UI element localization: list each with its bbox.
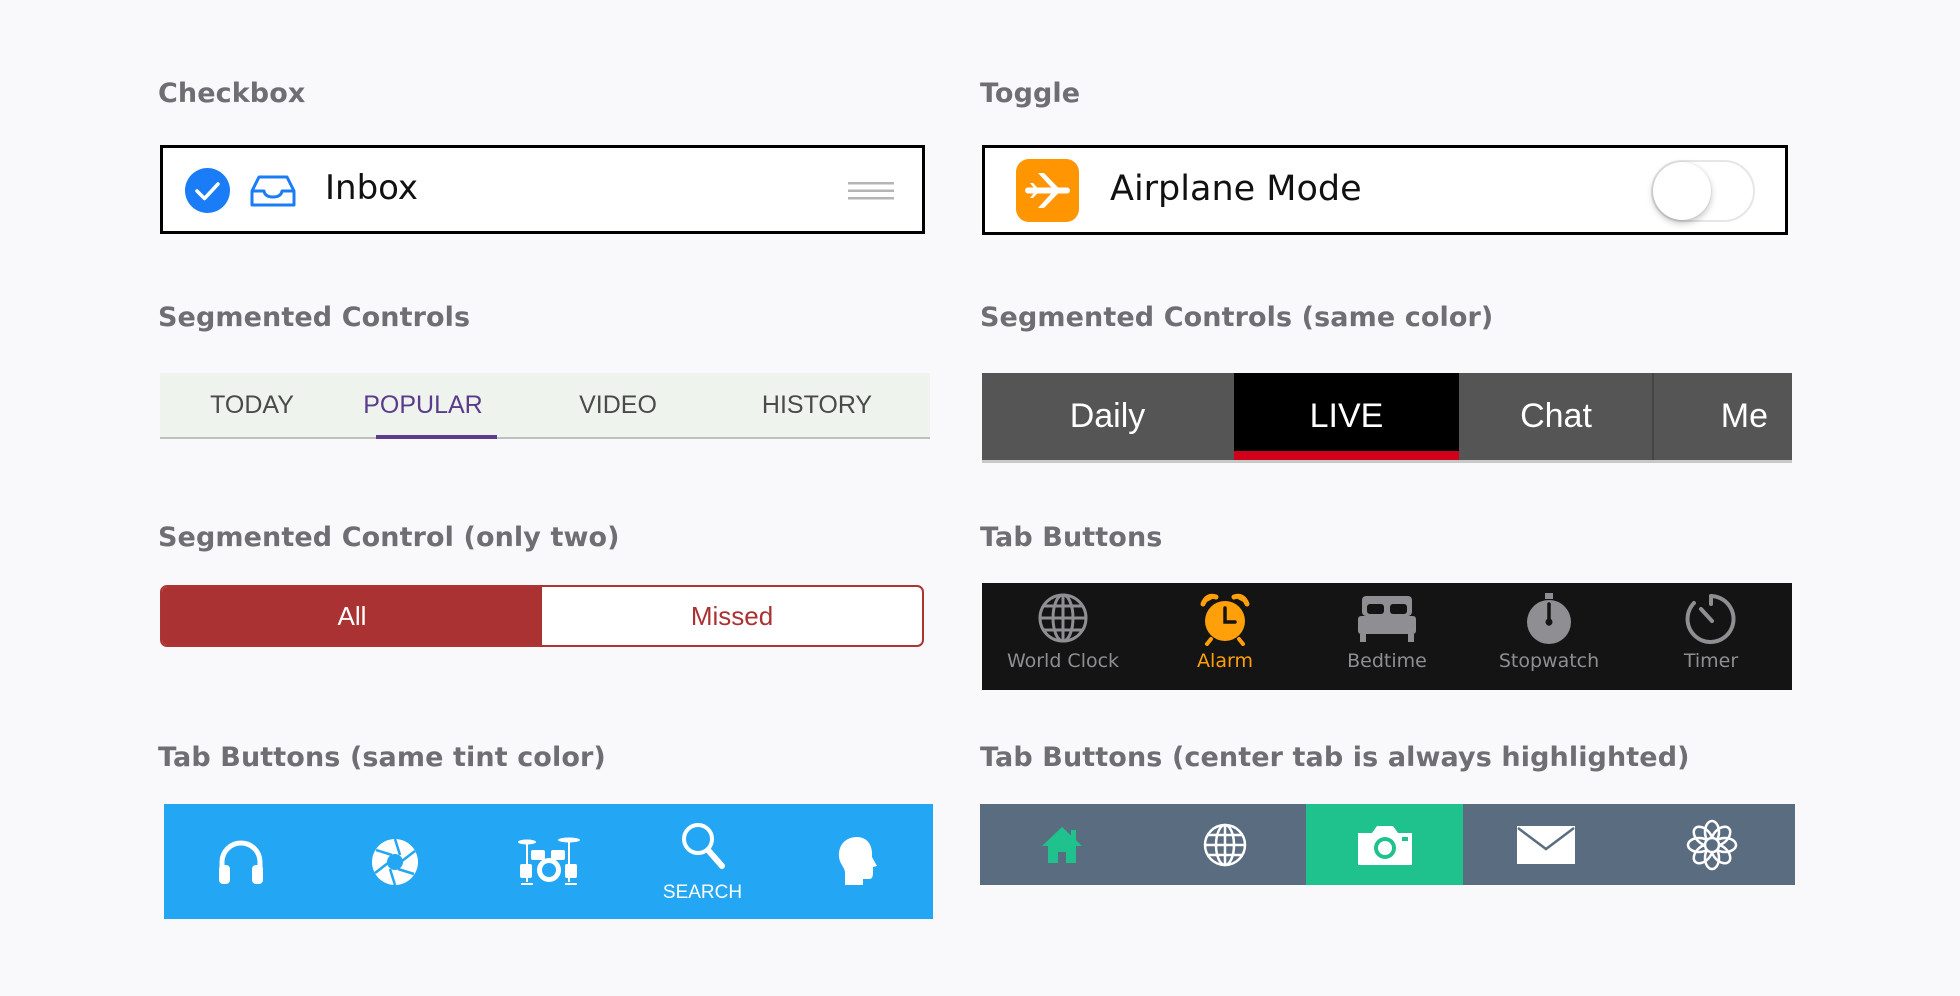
flower-icon [1686, 819, 1738, 870]
section-title-checkbox: Checkbox [158, 78, 306, 109]
airplane-icon [1016, 159, 1079, 222]
tab-video[interactable]: VIDEO [568, 373, 668, 437]
tab-globe[interactable] [1143, 804, 1306, 885]
tab-live-label: LIVE [1309, 397, 1384, 435]
tab-profile[interactable] [780, 804, 933, 919]
airplane-mode-row[interactable]: Airplane Mode [982, 145, 1788, 235]
tab-headphones[interactable] [164, 804, 317, 919]
section-title-segmented-two: Segmented Control (only two) [158, 522, 620, 553]
airplane-mode-toggle[interactable] [1651, 160, 1755, 222]
tab-history[interactable]: HISTORY [756, 373, 878, 437]
tab-home[interactable] [980, 804, 1143, 885]
tab-drums[interactable] [472, 804, 625, 919]
tab-popular[interactable]: POPULAR [362, 373, 484, 437]
tab-stopwatch[interactable]: Stopwatch [1468, 583, 1630, 690]
tab-bedtime[interactable]: Bedtime [1306, 583, 1468, 690]
section-title-segmented-same: Segmented Controls (same color) [980, 302, 1494, 333]
section-title-tab-buttons-tint: Tab Buttons (same tint color) [158, 742, 606, 773]
inbox-label: Inbox [325, 168, 419, 208]
aperture-icon [371, 838, 418, 886]
drag-handle-icon[interactable] [848, 182, 894, 200]
tab-world-clock[interactable]: World Clock [982, 583, 1144, 690]
tab-flower[interactable] [1629, 804, 1795, 885]
timer-icon [1685, 594, 1736, 644]
tab-chat[interactable]: Chat [1460, 373, 1652, 460]
segmented-control-underline: TODAY POPULAR VIDEO HISTORY [160, 373, 930, 439]
tab-camera[interactable] [1306, 804, 1463, 885]
airplane-mode-label: Airplane Mode [1110, 169, 1362, 209]
tab-timer[interactable]: Timer [1630, 583, 1792, 690]
clock-tab-bar: World Clock Alarm Bedtime Stopwatch Time… [982, 583, 1792, 690]
tab-alarm-label: Alarm [1197, 650, 1253, 672]
alarm-clock-icon [1200, 593, 1250, 646]
tab-search-label: SEARCH [662, 882, 743, 903]
home-icon [1041, 826, 1082, 863]
social-tab-bar [980, 804, 1795, 885]
camera-icon [1357, 825, 1412, 865]
tab-search[interactable]: SEARCH [626, 804, 779, 919]
tab-mail[interactable] [1463, 804, 1629, 885]
toggle-knob[interactable] [1653, 162, 1711, 220]
section-title-toggle: Toggle [980, 78, 1081, 109]
headphones-icon [218, 840, 263, 884]
inbox-checkbox-row[interactable]: Inbox [160, 145, 925, 234]
stopwatch-icon [1527, 593, 1571, 644]
tab-alarm[interactable]: Alarm [1144, 583, 1306, 690]
drum-kit-icon [517, 837, 580, 885]
tab-daily[interactable]: Daily [982, 373, 1233, 460]
check-icon[interactable] [185, 168, 230, 213]
tab-world-clock-label: World Clock [1006, 650, 1120, 672]
tab-missed[interactable]: Missed [542, 587, 922, 645]
segmented-control-same-color: Daily LIVE Chat Me [982, 373, 1792, 463]
globe-icon [1038, 593, 1088, 643]
head-profile-icon [838, 837, 877, 885]
section-title-tab-buttons-center: Tab Buttons (center tab is always highli… [980, 742, 1690, 773]
inbox-icon [250, 175, 296, 207]
segmented-control-two: All Missed [160, 585, 924, 647]
bed-icon [1358, 596, 1416, 642]
tab-today[interactable]: TODAY [187, 373, 317, 437]
tab-all[interactable]: All [162, 587, 542, 645]
mail-icon [1517, 825, 1575, 864]
tab-me[interactable]: Me [1654, 373, 1792, 460]
live-indicator [1234, 451, 1459, 460]
section-title-segmented: Segmented Controls [158, 302, 471, 333]
tab-live[interactable]: LIVE [1234, 373, 1459, 460]
tab-stopwatch-label: Stopwatch [1498, 650, 1600, 672]
tab-timer-label: Timer [1683, 650, 1739, 672]
tab-aperture[interactable] [318, 804, 471, 919]
music-tab-bar: SEARCH [164, 804, 933, 919]
tab-bedtime-label: Bedtime [1347, 650, 1427, 672]
selected-tab-indicator [376, 435, 497, 439]
globe-icon [1203, 823, 1246, 866]
section-title-tab-buttons: Tab Buttons [980, 522, 1163, 553]
search-icon [681, 823, 725, 869]
